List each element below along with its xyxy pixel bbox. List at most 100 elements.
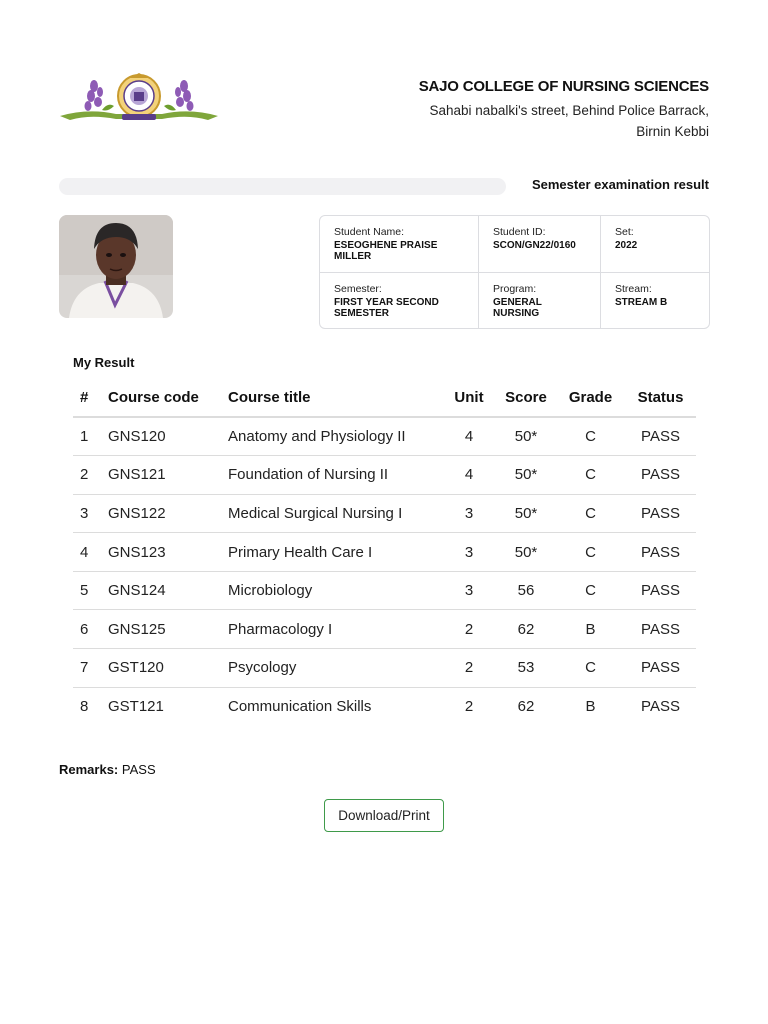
page-banner-bar (59, 178, 506, 195)
table-row: 1 GNS120 Anatomy and Physiology II 4 50* C PAS… (73, 417, 696, 457)
program-value: GENERAL NURSING (493, 297, 542, 319)
stream-value: STREAM B (615, 297, 668, 308)
column-header-course-title: Course title (221, 378, 442, 418)
status-cell: PASS (625, 417, 696, 457)
column-header-score: Score (496, 378, 556, 418)
unit-cell: 4 (442, 455, 496, 495)
grade-cell: C (556, 532, 625, 572)
status-cell: PASS (625, 609, 696, 650)
table-row: 2 GNS121 Foundation of Nursing II 4 50* C PASS (73, 455, 696, 495)
table-row: 6 GNS125 Pharmacology I 2 62 B PASS (73, 609, 696, 650)
set-cell: Set: 2022 (601, 216, 709, 273)
semester-value: FIRST YEAR SECOND SEMESTER (334, 297, 439, 319)
remarks: Remarks: PASS (59, 762, 156, 777)
unit-cell: 2 (442, 609, 496, 650)
course-code-cell: GNS120 (101, 417, 221, 457)
course-code-cell: GNS122 (101, 494, 221, 534)
student-info-card: Student Name: ESEOGHENE PRAISE MILLER St… (319, 215, 710, 329)
college-address: Sahabi nabalki's street, Behind Police B… (419, 100, 709, 142)
unit-cell: 3 (442, 494, 496, 534)
course-code-cell: GNS124 (101, 571, 221, 611)
set-label: Set: (615, 226, 634, 238)
grade-cell: C (556, 648, 625, 688)
student-id-label: Student ID: (493, 226, 546, 238)
table-header-row: # Course code Course title Unit Score Gr… (73, 378, 696, 418)
college-header: SAJO COLLEGE OF NURSING SCIENCES Sahabi … (418, 78, 710, 142)
status-cell: PASS (625, 532, 696, 572)
student-name-value: ESEOGHENE PRAISE MILLER (334, 240, 438, 262)
score-cell: 50* (496, 532, 556, 572)
table-row: 4 GNS123 Primary Health Care I 3 50* C PASS (73, 532, 696, 572)
college-name: SAJO COLLEGE OF NURSING SCIENCES (418, 78, 710, 95)
row-number-cell: 6 (73, 609, 101, 650)
download-print-button[interactable]: Download/Print (324, 799, 444, 832)
unit-cell: 3 (442, 571, 496, 611)
semester-label: Semester: (334, 283, 382, 295)
set-value: 2022 (615, 240, 638, 251)
score-cell: 56 (496, 571, 556, 611)
row-number-cell: 5 (73, 571, 101, 611)
course-title-cell: Primary Health Care I (221, 532, 442, 572)
course-code-cell: GNS123 (101, 532, 221, 572)
column-header-status: Status (625, 378, 696, 418)
grade-cell: C (556, 494, 625, 534)
score-cell: 50* (496, 494, 556, 534)
remarks-value: PASS (121, 762, 156, 777)
course-code-cell: GST120 (101, 648, 221, 688)
column-header-grade: Grade (556, 378, 625, 418)
row-number-cell: 8 (80, 698, 89, 716)
results-heading: My Result (73, 355, 135, 370)
program-label: Program: (493, 283, 537, 295)
program-cell: Program: GENERAL NURSING (479, 273, 601, 328)
course-title-cell: Medical Surgical Nursing I (221, 494, 442, 534)
row-number-cell: 3 (73, 494, 101, 534)
student-name-label: Student Name: (334, 226, 405, 238)
score-cell: 62 (517, 698, 535, 716)
course-code-cell: GST121 (108, 698, 164, 716)
course-title-cell: Microbiology (221, 571, 442, 611)
grade-cell: C (556, 417, 625, 457)
column-header-number: # (73, 378, 101, 418)
grade-cell: C (556, 455, 625, 495)
score-cell: 50* (496, 417, 556, 457)
row-number-cell: 4 (73, 532, 101, 572)
unit-cell: 3 (442, 532, 496, 572)
status-cell: PASS (641, 698, 680, 716)
column-header-course-code: Course code (101, 378, 221, 418)
unit-cell: 2 (464, 698, 474, 716)
table-row: 7 GST120 Psycology 2 53 C PASS (73, 648, 696, 688)
table-row: 3 GNS122 Medical Surgical Nursing I 3 50* C PA… (73, 494, 696, 534)
course-title-cell: Pharmacology I (221, 609, 442, 650)
grade-cell: C (556, 571, 625, 611)
unit-cell: 4 (442, 417, 496, 457)
row-number-cell: 1 (73, 417, 101, 457)
grade-cell: B (556, 609, 625, 650)
stream-cell: Stream: STREAM B (601, 273, 709, 328)
table-row: 8 GST121 Communication Skills 2 62 B PASS (73, 687, 696, 726)
score-cell: 62 (496, 609, 556, 650)
course-code-cell: GNS121 (101, 455, 221, 495)
address-line-1: Sahabi nabalki's street, Behind Police B… (429, 103, 709, 118)
grade-cell: B (585, 698, 596, 716)
row-number-cell: 2 (73, 455, 101, 495)
status-cell: PASS (625, 648, 696, 688)
results-table: # Course code Course title Unit Score Gr… (73, 378, 696, 726)
remarks-label: Remarks: (59, 762, 119, 777)
student-photo (59, 215, 173, 318)
page-title: Semester examination result (531, 177, 709, 192)
stream-label: Stream: (615, 283, 652, 295)
score-cell: 53 (496, 648, 556, 688)
student-id-cell: Student ID: SCON/GN22/0160 (479, 216, 601, 273)
student-name-cell: Student Name: ESEOGHENE PRAISE MILLER (320, 216, 479, 273)
unit-cell: 2 (442, 648, 496, 688)
column-header-unit: Unit (442, 378, 496, 418)
address-line-2: Birnin Kebbi (636, 124, 709, 139)
course-code-cell: GNS125 (101, 609, 221, 650)
college-logo (58, 72, 220, 126)
student-id-value: SCON/GN22/0160 (493, 240, 576, 251)
status-cell: PASS (625, 571, 696, 611)
course-title-cell: Psycology (221, 648, 442, 688)
table-row: 5 GNS124 Microbiology 3 56 C PASS (73, 571, 696, 611)
course-title-cell: Foundation of Nursing II (221, 455, 442, 495)
row-number-cell: 7 (73, 648, 101, 688)
